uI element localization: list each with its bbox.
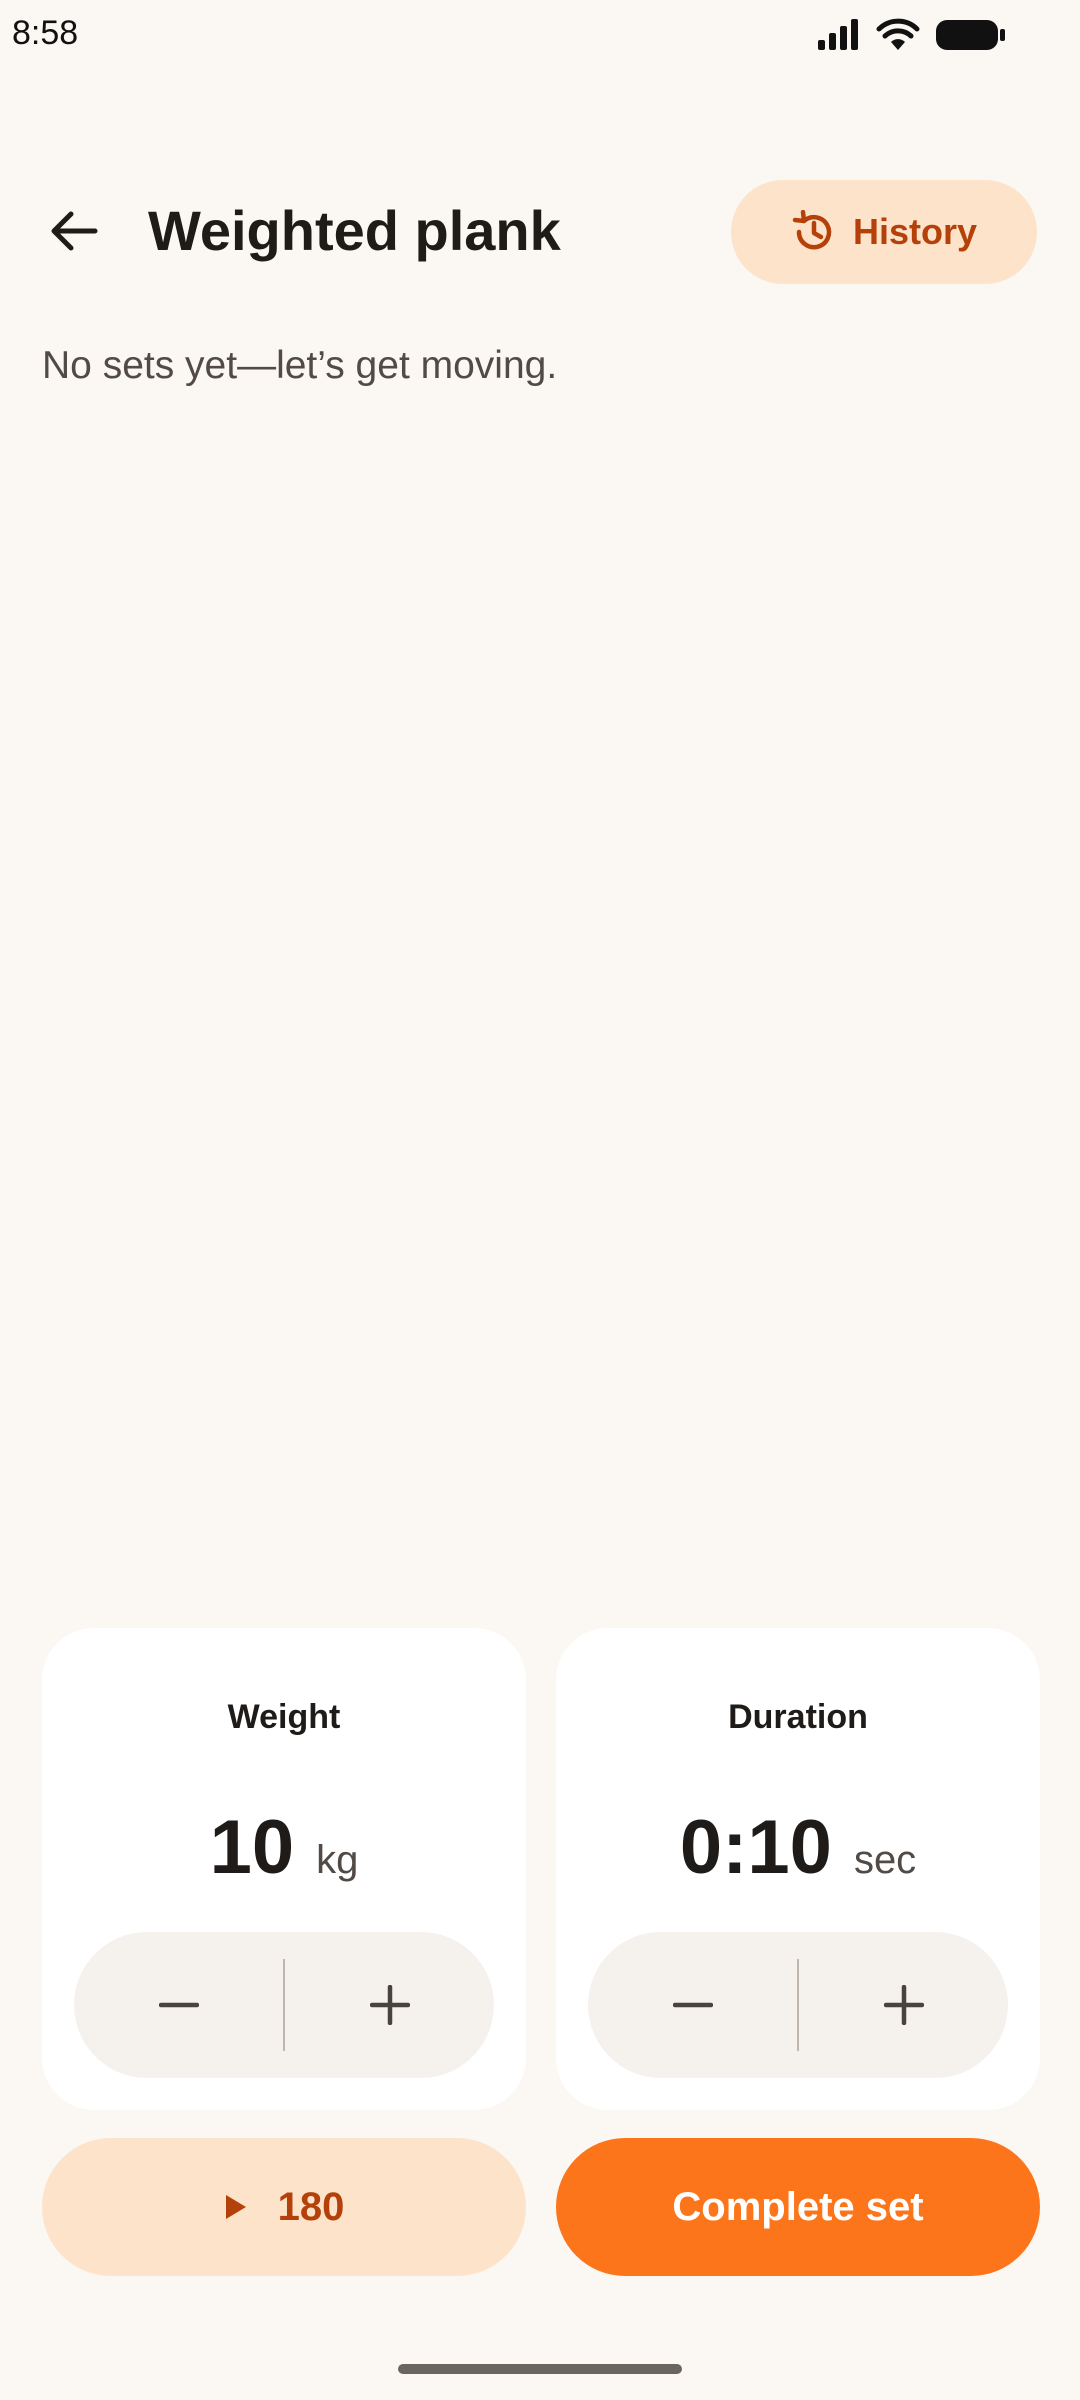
duration-unit: sec <box>853 1838 917 1882</box>
status-icons <box>816 18 1006 52</box>
battery-icon <box>936 20 1005 50</box>
history-icon <box>792 210 832 250</box>
duration-card: Duration 0:10 sec <box>556 1628 1040 2110</box>
back-button[interactable] <box>34 196 114 266</box>
play-icon <box>225 2195 246 2219</box>
weight-label: Weight <box>227 1698 341 1736</box>
minus-icon <box>158 2002 199 2008</box>
plus-icon <box>369 1985 410 2025</box>
weight-value: 10 <box>209 1805 295 1890</box>
weight-stepper <box>74 1932 494 2078</box>
weight-card: Weight 10 kg <box>42 1628 526 2110</box>
header: Weighted plank History <box>0 178 1080 284</box>
duration-value: 0:10 <box>679 1805 832 1890</box>
wifi-icon <box>876 18 920 50</box>
rest-timer-button[interactable]: 180 <box>42 2138 526 2276</box>
signal-icon <box>818 19 858 50</box>
arrow-back-icon <box>51 211 98 251</box>
duration-value-row: 0:10 sec <box>556 1804 1040 1891</box>
weight-unit: kg <box>316 1838 359 1882</box>
rest-timer-label: 180 <box>277 2184 345 2229</box>
home-indicator[interactable] <box>398 2364 682 2374</box>
weight-value-row: 10 kg <box>42 1804 526 1891</box>
complete-set-button[interactable]: Complete set <box>556 2138 1040 2276</box>
weight-decrease-button[interactable] <box>74 1932 283 2078</box>
status-bar: 8:58 <box>0 0 1080 70</box>
duration-increase-button[interactable] <box>799 1932 1008 2078</box>
duration-label: Duration <box>728 1698 868 1736</box>
history-label: History <box>852 211 978 252</box>
empty-sets-message: No sets yet—let’s get moving. <box>42 344 558 387</box>
history-button[interactable]: History <box>731 180 1037 284</box>
weight-increase-button[interactable] <box>285 1932 494 2078</box>
complete-set-label: Complete set <box>672 2184 924 2229</box>
duration-decrease-button[interactable] <box>588 1932 797 2078</box>
duration-stepper <box>588 1932 1008 2078</box>
page-title: Weighted plank <box>148 199 561 262</box>
minus-icon <box>672 2002 713 2008</box>
status-time: 8:58 <box>12 14 79 52</box>
plus-icon <box>883 1985 924 2025</box>
